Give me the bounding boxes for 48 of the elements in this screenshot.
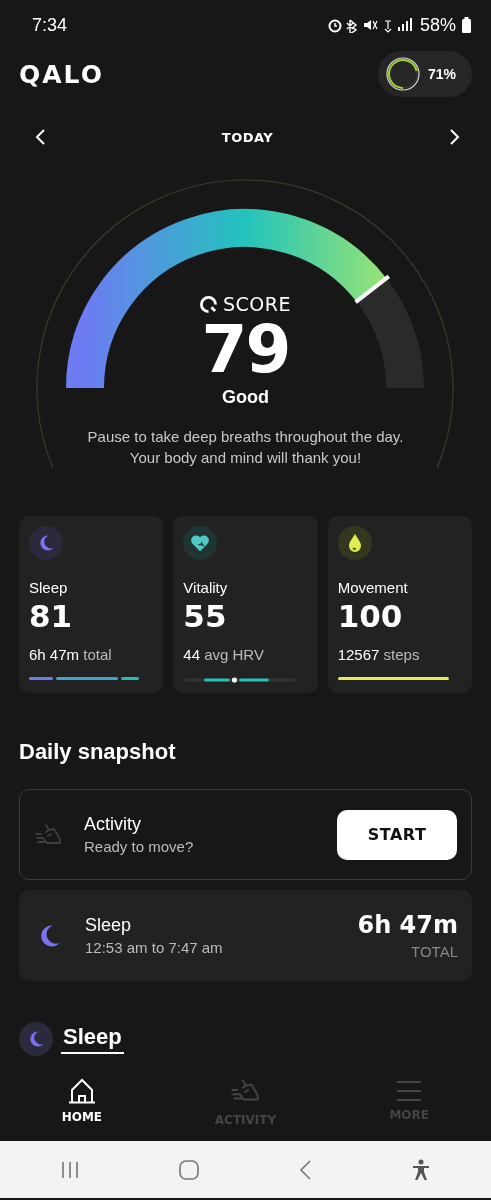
- activity-card[interactable]: Activity Ready to move? START: [19, 789, 472, 880]
- clock: 7:34: [32, 14, 68, 36]
- score-label: SCORE: [223, 293, 291, 315]
- score-value: 79: [201, 315, 290, 385]
- back-button[interactable]: [298, 1158, 313, 1181]
- accessibility-button[interactable]: [411, 1158, 432, 1181]
- gauge-marker: [354, 274, 391, 304]
- metric-title: Movement: [337, 579, 409, 596]
- start-button[interactable]: START: [337, 809, 457, 860]
- metric-detail: 6h 47m total: [29, 646, 113, 663]
- home-icon: [66, 1078, 97, 1104]
- recent-apps-button[interactable]: [59, 1159, 80, 1180]
- sleep-card[interactable]: Sleep 12:53 am to 7:47 am 6h 47m TOTAL: [19, 890, 472, 981]
- card-title: Sleep: [85, 915, 133, 936]
- duration-caption: TOTAL: [411, 943, 458, 960]
- sleep-duration: 6h 47m: [357, 911, 458, 939]
- metric-detail: 12567 steps: [337, 646, 421, 663]
- drop-icon: [346, 533, 363, 553]
- metric-card[interactable]: Vitality 55 44 avg HRV: [173, 516, 318, 693]
- metric-title: Sleep: [29, 579, 69, 596]
- heart-icon: [190, 534, 211, 552]
- metric-value: 100: [337, 598, 404, 634]
- metric-title: Vitality: [183, 579, 229, 596]
- section-tab[interactable]: Sleep: [61, 1024, 124, 1054]
- card-subtitle: 12:53 am to 7:47 am: [85, 939, 224, 956]
- metric-card[interactable]: Sleep 81 6h 47m total: [19, 516, 164, 693]
- score-rating: Good: [222, 387, 269, 408]
- metric-value: 55: [183, 598, 228, 634]
- previous-day-button[interactable]: [34, 128, 46, 146]
- card-title: Activity: [84, 814, 142, 835]
- metric-card[interactable]: Movement 100 12567 steps: [327, 516, 472, 693]
- section-heading: Daily snapshot: [19, 739, 177, 765]
- metric-detail: 44 avg HRV: [183, 646, 265, 663]
- card-subtitle: Ready to move?: [84, 838, 195, 855]
- device-battery-chip[interactable]: 71%: [377, 51, 472, 97]
- metric-value: 81: [29, 598, 74, 634]
- next-day-button[interactable]: [449, 128, 461, 146]
- battery-percent: 58%: [419, 14, 456, 36]
- battery-ring-icon: [385, 57, 420, 91]
- menu-icon: [396, 1080, 423, 1102]
- date-label: TODAY: [221, 129, 274, 145]
- battery-icon: [462, 17, 471, 33]
- score-message: Pause to take deep breaths throughout the day. Your body and mind will thank you!: [86, 427, 405, 468]
- device-battery-reading: 71%: [427, 66, 456, 82]
- logo-q-icon: [200, 295, 217, 313]
- home-button[interactable]: [178, 1159, 199, 1180]
- nav-tab[interactable]: HOME: [0, 1061, 164, 1141]
- logo: QALO: [19, 59, 104, 89]
